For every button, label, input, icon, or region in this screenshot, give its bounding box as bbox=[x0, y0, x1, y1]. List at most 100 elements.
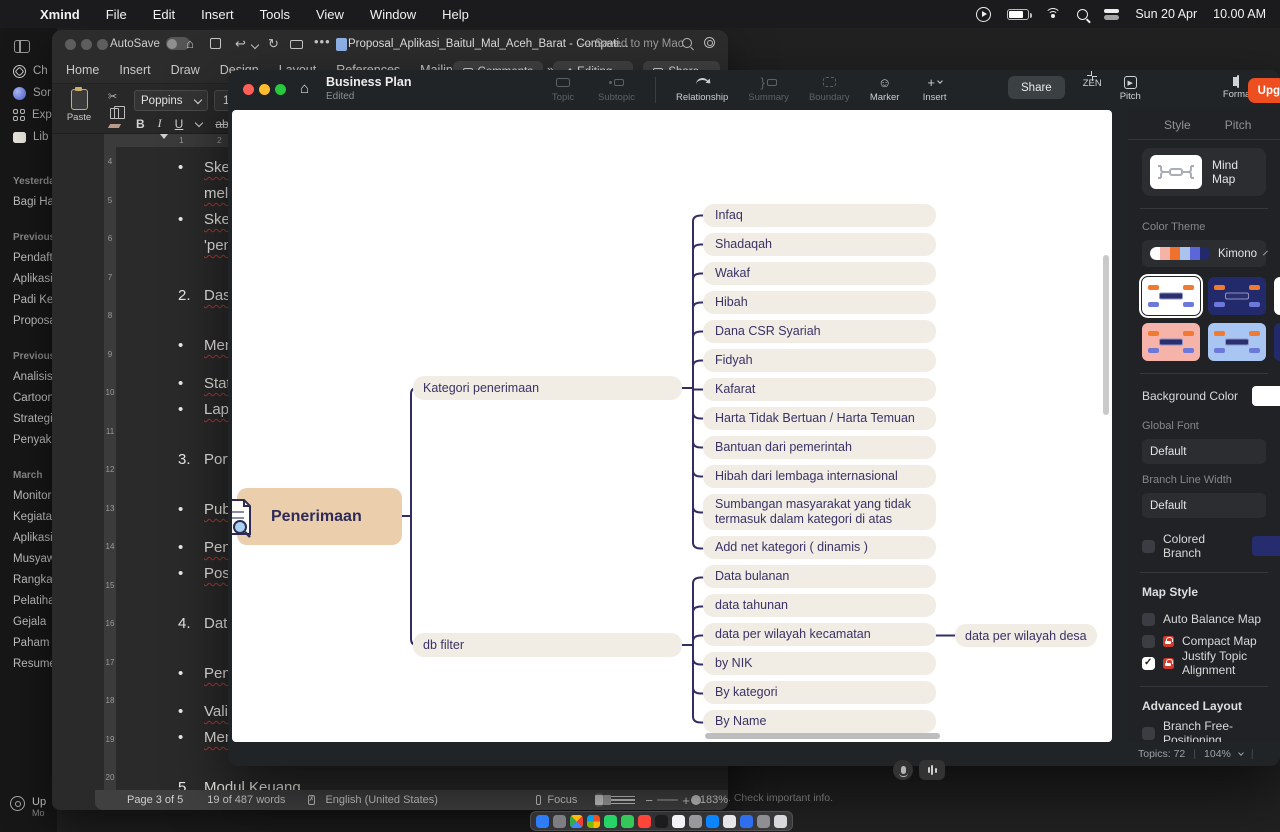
menu-bar-item[interactable]: Xmind bbox=[40, 7, 80, 22]
home-icon[interactable]: ⌂ bbox=[300, 80, 309, 97]
map-style-option[interactable]: Justify Topic Alignment bbox=[1142, 652, 1266, 674]
zoom-in-button[interactable]: + bbox=[682, 793, 690, 808]
save-icon[interactable] bbox=[210, 38, 221, 52]
zen-mode-button[interactable]: ZEN bbox=[1083, 76, 1102, 89]
home-icon[interactable]: ⌂ bbox=[186, 37, 194, 51]
strikethrough-button[interactable]: ab bbox=[215, 117, 228, 131]
nav-item-chatgpt[interactable]: Ch bbox=[13, 63, 57, 79]
history-item[interactable]: Padi Ken bbox=[13, 290, 57, 311]
checkbox[interactable] bbox=[1142, 613, 1155, 626]
dock-icon[interactable] bbox=[570, 815, 583, 828]
history-item[interactable]: Rangkai bbox=[13, 570, 57, 591]
pitch-mode-button[interactable]: ▶Pitch bbox=[1120, 76, 1141, 102]
share-button[interactable]: Share bbox=[1008, 76, 1065, 99]
menu-bar-item[interactable]: Tools bbox=[260, 7, 290, 22]
paste-button[interactable]: Paste bbox=[62, 89, 96, 123]
history-item[interactable]: Previous bbox=[13, 227, 57, 248]
dock-icon[interactable] bbox=[774, 815, 787, 828]
proofing-icon[interactable]: ✗ bbox=[308, 795, 316, 805]
structure-card[interactable]: Mind Map bbox=[1142, 148, 1266, 196]
subtopic[interactable]: data tahunan bbox=[703, 594, 936, 617]
dock-icon[interactable] bbox=[706, 815, 719, 828]
dock-icon[interactable] bbox=[604, 815, 617, 828]
mindmap-canvas[interactable]: Penerimaan Kategori penerimaan db filter… bbox=[232, 110, 1112, 742]
dock-icon[interactable] bbox=[553, 815, 566, 828]
nav-item-library[interactable]: Lib bbox=[13, 129, 57, 145]
underline-chevron-icon[interactable] bbox=[195, 118, 203, 126]
bold-button[interactable]: B bbox=[136, 117, 145, 131]
history-item[interactable]: Previous bbox=[13, 346, 57, 367]
zoom-chevron-icon[interactable] bbox=[1238, 750, 1244, 756]
word-count[interactable]: 19 of 487 words bbox=[207, 794, 285, 806]
subtopic[interactable]: Harta Tidak Bertuan / Harta Temuan bbox=[703, 407, 936, 430]
subtopic[interactable]: By kategori bbox=[703, 681, 936, 704]
subtopic[interactable]: Hibah bbox=[703, 291, 936, 314]
focus-toggle[interactable]: Focus bbox=[547, 794, 577, 806]
summary-button[interactable]: }Summary bbox=[748, 74, 789, 103]
minimize-button[interactable] bbox=[81, 39, 92, 50]
subtopic[interactable]: By Name bbox=[703, 710, 936, 733]
more-commands-icon[interactable]: ••• bbox=[314, 35, 331, 49]
insert-button[interactable]: +Insert bbox=[920, 74, 950, 103]
theme-thumbnail[interactable] bbox=[1208, 323, 1266, 361]
microphone-icon[interactable] bbox=[893, 760, 913, 780]
dock-icon[interactable] bbox=[587, 815, 600, 828]
dock-icon[interactable] bbox=[621, 815, 634, 828]
map-style-option[interactable]: Auto Balance Map bbox=[1142, 608, 1266, 630]
indent-marker[interactable] bbox=[160, 134, 168, 139]
theme-thumbnail[interactable] bbox=[1274, 323, 1280, 361]
subtopic-button[interactable]: Subtopic bbox=[598, 74, 635, 103]
menu-bar-item[interactable]: View bbox=[316, 7, 344, 22]
zoom-slider[interactable] bbox=[657, 799, 678, 802]
history-item[interactable]: Strategi bbox=[13, 409, 57, 430]
redo-icon[interactable]: ↻ bbox=[268, 37, 279, 51]
subtopic[interactable]: Fidyah bbox=[703, 349, 936, 372]
menu-bar-item[interactable]: Edit bbox=[153, 7, 175, 22]
subtopic[interactable]: Data bulanan bbox=[703, 565, 936, 588]
history-item[interactable]: Yesterday bbox=[13, 171, 57, 192]
zoom-button[interactable] bbox=[97, 39, 108, 50]
background-color-swatch[interactable] bbox=[1252, 386, 1280, 406]
relationship-button[interactable]: Relationship bbox=[676, 74, 728, 103]
subtopic[interactable]: Sumbangan masyarakat yang tidak termasuk… bbox=[703, 494, 936, 530]
history-item[interactable]: Aplikasi bbox=[13, 269, 57, 290]
control-center-icon[interactable] bbox=[1104, 8, 1119, 21]
close-button[interactable] bbox=[243, 84, 254, 95]
history-item[interactable]: Bagi Has bbox=[13, 192, 57, 213]
theme-thumbnail[interactable] bbox=[1208, 277, 1266, 315]
central-topic[interactable]: Penerimaan bbox=[237, 488, 402, 545]
subtopic[interactable]: Infaq bbox=[703, 204, 936, 227]
panel-tab-pitch[interactable]: Pitch bbox=[1225, 118, 1252, 132]
colored-branch-checkbox[interactable] bbox=[1142, 540, 1155, 553]
zoom-percent[interactable]: 183% bbox=[700, 794, 728, 806]
theme-thumbnail[interactable] bbox=[1274, 277, 1280, 315]
branch-line-width-select[interactable]: Default bbox=[1142, 493, 1266, 518]
branch-topic-kategori[interactable]: Kategori penerimaan bbox=[413, 376, 682, 400]
dock-icon[interactable] bbox=[638, 815, 651, 828]
battery-icon[interactable] bbox=[1007, 9, 1029, 20]
subtopic[interactable]: Shadaqah bbox=[703, 233, 936, 256]
close-button[interactable] bbox=[65, 39, 76, 50]
cut-icon[interactable]: ✂ bbox=[108, 90, 117, 103]
checkbox[interactable] bbox=[1142, 635, 1155, 648]
ribbon-tab[interactable]: Insert bbox=[119, 58, 150, 84]
subtopic[interactable]: Bantuan dari pemerintah bbox=[703, 436, 936, 459]
sidebar-toggle-icon[interactable] bbox=[14, 40, 30, 53]
upgrade-button[interactable]: Upgrade bbox=[1248, 78, 1280, 103]
now-playing-icon[interactable] bbox=[976, 7, 991, 22]
subtopic[interactable]: by NIK bbox=[703, 652, 936, 675]
history-item[interactable]: Musyaw bbox=[13, 549, 57, 570]
ribbon-tab[interactable]: Home bbox=[66, 58, 99, 84]
canvas-horizontal-scrollbar[interactable] bbox=[705, 733, 940, 739]
dock-icon[interactable] bbox=[689, 815, 702, 828]
outline-view-button[interactable] bbox=[611, 793, 623, 807]
subtopic[interactable]: Kafarat bbox=[703, 378, 936, 401]
minimize-button[interactable] bbox=[259, 84, 270, 95]
history-item[interactable]: Cartoon bbox=[13, 388, 57, 409]
menu-bar-item[interactable]: Window bbox=[370, 7, 416, 22]
undo-icon[interactable]: ↩ bbox=[235, 37, 246, 51]
checkbox[interactable] bbox=[1142, 727, 1155, 740]
nav-item-explore[interactable]: Exp bbox=[13, 107, 57, 123]
global-font-select[interactable]: Default bbox=[1142, 439, 1266, 464]
history-item[interactable]: Aplikasi bbox=[13, 528, 57, 549]
